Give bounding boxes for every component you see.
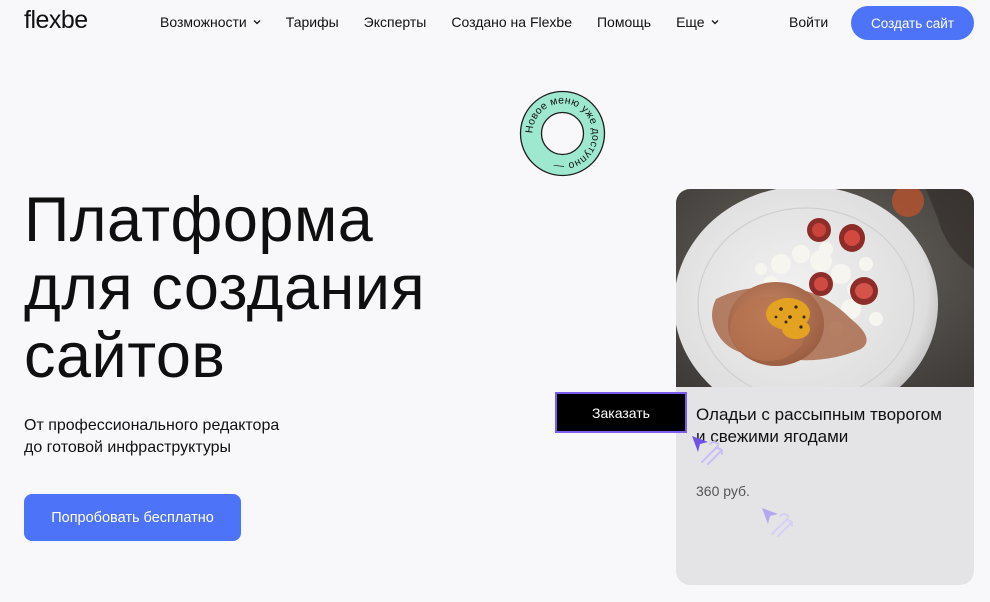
nav-item-pricing[interactable]: Тарифы (286, 14, 339, 30)
login-link[interactable]: Войти (789, 14, 828, 30)
try-free-button[interactable]: Попробовать бесплатно (24, 494, 241, 541)
nav-item-label: Тарифы (285, 14, 339, 30)
hero-title-line: сайтов (24, 321, 226, 391)
nav-item-features[interactable]: Возможности (160, 14, 261, 30)
hero-subtitle: От профессионального редактора до готово… (24, 415, 279, 459)
nav-item-label: Эксперты (363, 14, 427, 30)
cursor-icon (692, 436, 723, 465)
new-menu-stamp[interactable]: Новое меню уже доступно — (519, 90, 606, 177)
main-nav: Возможности Тарифы Эксперты Создано на F… (160, 14, 744, 30)
chevron-down-icon (253, 20, 261, 25)
create-site-button[interactable]: Создать сайт (851, 6, 974, 40)
product-title: Оладьи с рассыпным творогом и свежими яг… (696, 405, 942, 446)
hero-subtitle-line: до готовой инфраструктуры (24, 439, 232, 456)
nav-item-help[interactable]: Помощь (597, 14, 651, 30)
product-price: 360 руб. (696, 483, 750, 499)
cursor-icon (762, 508, 793, 537)
nav-item-label: Возможности (160, 14, 247, 30)
nav-item-more[interactable]: Еще (676, 14, 719, 30)
nav-item-label: Создано на Flexbe (451, 14, 572, 30)
nav-item-label: Еще (676, 14, 705, 30)
product-image (676, 189, 974, 387)
hero-subtitle-line: От профессионального редактора (24, 417, 280, 434)
logo[interactable]: flexbe (24, 6, 88, 35)
chevron-down-icon (711, 20, 719, 25)
order-button[interactable]: Заказать (555, 392, 687, 433)
nav-item-label: Помощь (596, 14, 652, 30)
nav-item-showcase[interactable]: Создано на Flexbe (451, 14, 572, 30)
hero-title-line: для создания (24, 253, 426, 323)
product-card[interactable]: Оладьи с рассыпным творогом и свежими яг… (676, 189, 974, 585)
nav-item-experts[interactable]: Эксперты (364, 14, 427, 30)
hero-title: Платформа для создания сайтов (24, 186, 425, 390)
hero-title-line: Платформа (24, 185, 374, 255)
